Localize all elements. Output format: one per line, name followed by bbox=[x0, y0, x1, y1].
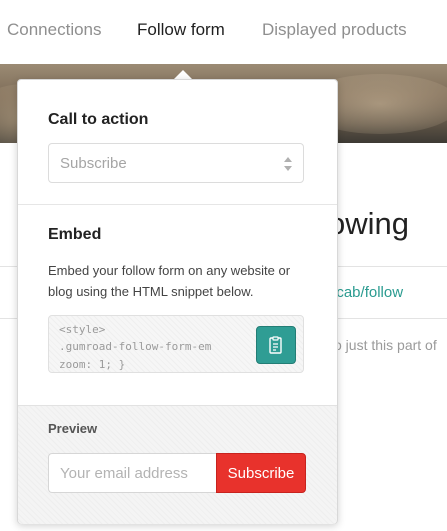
embed-description: Embed your follow form on any website or… bbox=[48, 263, 291, 299]
follow-url-link[interactable]: ecab/follow bbox=[328, 284, 403, 301]
call-to-action-select[interactable]: Subscribe bbox=[48, 143, 304, 183]
follow-form-popover: Call to action Subscribe Embed Embed you… bbox=[17, 79, 338, 524]
tab-follow-form[interactable]: Follow form bbox=[137, 20, 225, 40]
preview-label: Preview bbox=[48, 421, 98, 436]
embed-title: Embed bbox=[48, 226, 102, 243]
tab-displayed-products[interactable]: Displayed products bbox=[262, 20, 407, 40]
code-line: .gumroad-follow-form-em bbox=[59, 340, 212, 353]
section-divider bbox=[18, 204, 337, 205]
tab-bar: Connections Follow form Displayed produc… bbox=[0, 0, 447, 64]
code-line: <style> bbox=[59, 323, 106, 336]
call-to-action-title: Call to action bbox=[48, 111, 149, 128]
call-to-action-value: Subscribe bbox=[60, 155, 127, 172]
email-input[interactable] bbox=[48, 453, 217, 493]
copy-snippet-button[interactable] bbox=[256, 326, 296, 364]
subscribe-button[interactable]: Subscribe bbox=[216, 453, 306, 493]
page-heading: owing bbox=[328, 206, 409, 241]
copy-clipboard-icon bbox=[269, 336, 282, 354]
code-line: zoom: 1; } bbox=[59, 358, 126, 371]
select-caret-icon bbox=[284, 157, 292, 171]
help-text: o just this part of bbox=[334, 337, 437, 353]
tab-connections[interactable]: Connections bbox=[7, 20, 102, 40]
preview-section: Preview Subscribe bbox=[18, 405, 337, 524]
